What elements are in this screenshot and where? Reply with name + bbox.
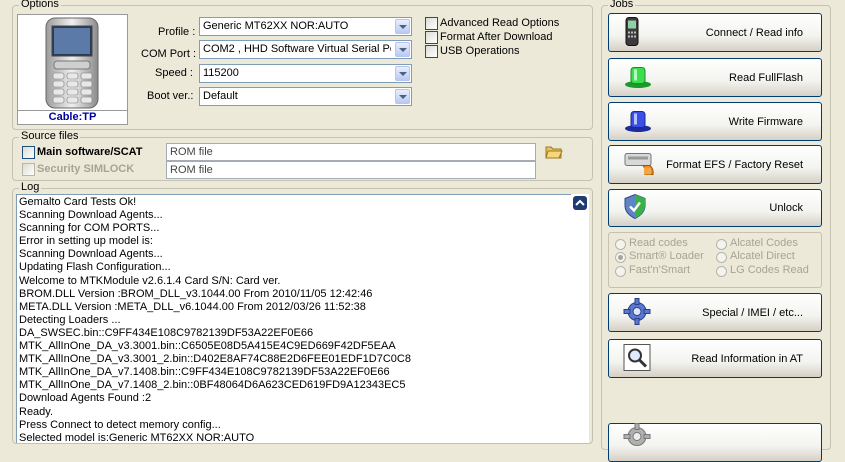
boot-label: Boot ver.: bbox=[147, 90, 194, 102]
main-software-checkbox[interactable] bbox=[22, 146, 35, 159]
lg-codes-radio[interactable] bbox=[716, 266, 727, 277]
log-lines: Gemalto Card Tests Ok! Scanning Download … bbox=[17, 195, 571, 443]
read-codes-radio[interactable] bbox=[615, 239, 626, 250]
profile-value: Generic MT62XX NOR:AUTO bbox=[203, 20, 349, 32]
chevron-down-icon[interactable] bbox=[395, 89, 410, 104]
mobile-phone-icon bbox=[623, 16, 641, 49]
special-imei-label: Special / IMEI / etc... bbox=[702, 306, 803, 319]
blue-light-icon bbox=[623, 108, 653, 135]
log-line: Welcome to MTKModule v2.6.1.4 Card S/N: … bbox=[19, 274, 281, 287]
log-line: BROM.DLL Version :BROM_DLL_v3.1044.00 Fr… bbox=[19, 287, 373, 300]
read-info-at-label: Read Information in AT bbox=[691, 352, 803, 365]
shield-check-icon bbox=[623, 193, 647, 223]
folder-open-icon[interactable] bbox=[545, 144, 563, 159]
log-line: MTK_AllInOne_DA_v7.1408.bin::C9FF434E108… bbox=[19, 366, 390, 379]
usb-operations-label[interactable]: USB Operations bbox=[440, 44, 519, 58]
log-line: Error in setting up model is: bbox=[19, 235, 153, 248]
scroll-up-icon[interactable] bbox=[573, 196, 587, 210]
speed-label: Speed : bbox=[155, 67, 193, 79]
security-simlock-file-field: ROM file bbox=[166, 161, 536, 179]
security-simlock-checkbox[interactable] bbox=[22, 163, 35, 176]
log-line: DA_SWSEC.bin::C9FF434E108C9782139DF53A22… bbox=[19, 326, 314, 339]
log-line: MTK_AllInOne_DA_v3.3001_2.bin::D402E8AF7… bbox=[19, 353, 411, 366]
com-port-label: COM Port : bbox=[141, 48, 197, 60]
advanced-read-checkbox[interactable] bbox=[425, 17, 438, 30]
fast-smart-label[interactable]: Fast'n'Smart bbox=[629, 264, 690, 276]
fast-smart-radio[interactable] bbox=[615, 266, 626, 277]
log-text-area[interactable]: Gemalto Card Tests Ok! Scanning Download … bbox=[16, 194, 571, 443]
com-port-value: COM2 , HHD Software Virtual Serial Port bbox=[203, 43, 391, 55]
log-title: Log bbox=[19, 181, 42, 194]
log-line: Ready. bbox=[19, 405, 54, 418]
jobs-title: Jobs bbox=[608, 0, 636, 11]
chevron-down-icon[interactable] bbox=[395, 42, 410, 57]
alcatel-codes-label[interactable]: Alcatel Codes bbox=[730, 237, 798, 249]
log-line: MTK_AllInOne_DA_v3.3001.bin::C6505E08D5A… bbox=[19, 340, 396, 353]
device-caption: Cable:TP bbox=[18, 110, 127, 123]
chevron-down-icon[interactable] bbox=[395, 66, 410, 81]
smart-loader-radio[interactable] bbox=[615, 252, 626, 263]
usb-operations-checkbox[interactable] bbox=[425, 45, 438, 58]
log-line: Gemalto Card Tests Ok! bbox=[19, 196, 137, 208]
device-image: Cable:TP bbox=[17, 14, 128, 125]
write-firmware-label: Write Firmware bbox=[728, 115, 803, 128]
security-simlock-label: Security SIMLOCK bbox=[37, 163, 135, 175]
boot-value: Default bbox=[203, 90, 238, 102]
phone-icon bbox=[45, 17, 99, 109]
source-files-title: Source files bbox=[19, 130, 81, 143]
log-line: Updating Flash Configuration... bbox=[19, 261, 171, 274]
log-line: Scanning for COM PORTS... bbox=[19, 222, 160, 235]
main-software-file-field[interactable]: ROM file bbox=[166, 143, 536, 161]
format-efs-label: Format EFS / Factory Reset bbox=[666, 158, 803, 171]
smart-loader-label[interactable]: Smart® Loader bbox=[629, 250, 704, 262]
format-drive-icon bbox=[623, 149, 655, 180]
read-info-at-button[interactable]: Read Information in AT bbox=[608, 339, 822, 378]
lg-codes-label[interactable]: LG Codes Read bbox=[730, 264, 809, 276]
read-fullflash-button[interactable]: Read FullFlash bbox=[608, 58, 822, 97]
profile-label: Profile : bbox=[158, 26, 196, 38]
special-imei-button[interactable]: Special / IMEI / etc... bbox=[608, 293, 822, 332]
log-line: Detecting Loaders ... bbox=[19, 313, 121, 326]
unlock-label: Unlock bbox=[769, 202, 803, 214]
connect-button[interactable]: Connect / Read info bbox=[608, 13, 822, 52]
unlock-options-panel: Read codes Smart® Loader Fast'n'Smart Al… bbox=[608, 232, 822, 288]
log-line: META.DLL Version :META_DLL_v6.1044.00 Fr… bbox=[19, 300, 366, 313]
connect-label: Connect / Read info bbox=[705, 26, 803, 39]
chevron-down-icon[interactable] bbox=[395, 19, 410, 34]
format-after-label[interactable]: Format After Download bbox=[440, 30, 553, 44]
alcatel-direct-label[interactable]: Alcatel Direct bbox=[730, 250, 795, 262]
read-fullflash-label: Read FullFlash bbox=[729, 71, 803, 84]
options-title: Options bbox=[19, 0, 61, 11]
profile-select[interactable]: Generic MT62XX NOR:AUTO bbox=[199, 17, 412, 36]
gear-icon bbox=[623, 423, 651, 454]
format-efs-button[interactable]: Format EFS / Factory Reset bbox=[608, 145, 822, 184]
advanced-read-label[interactable]: Advanced Read Options bbox=[440, 16, 559, 30]
read-codes-label[interactable]: Read codes bbox=[629, 237, 688, 249]
log-line: Download Agents Found :2 bbox=[19, 392, 152, 405]
magnifier-icon bbox=[623, 343, 651, 374]
log-line: Selected model is:Generic MT62XX NOR:AUT… bbox=[19, 431, 255, 443]
alcatel-codes-radio[interactable] bbox=[716, 239, 727, 250]
log-line: MTK_AllInOne_DA_v7.1408_2.bin::0BF48064D… bbox=[19, 379, 406, 392]
main-software-label[interactable]: Main software/SCAT bbox=[37, 145, 143, 159]
speed-value: 115200 bbox=[203, 67, 239, 79]
log-line: Scanning Download Agents... bbox=[19, 248, 163, 261]
log-line: Press Connect to detect memory config... bbox=[19, 418, 221, 431]
log-line: Scanning Download Agents... bbox=[19, 209, 163, 222]
alcatel-direct-radio[interactable] bbox=[716, 252, 727, 263]
green-light-icon bbox=[623, 64, 653, 91]
format-after-checkbox[interactable] bbox=[425, 31, 438, 44]
log-scrollbar[interactable] bbox=[571, 194, 589, 443]
write-firmware-button[interactable]: Write Firmware bbox=[608, 102, 822, 141]
speed-select[interactable]: 115200 bbox=[199, 64, 412, 83]
boot-select[interactable]: Default bbox=[199, 87, 412, 106]
gear-icon bbox=[623, 297, 651, 328]
unlock-button[interactable]: Unlock bbox=[608, 189, 822, 227]
com-port-select[interactable]: COM2 , HHD Software Virtual Serial Port bbox=[199, 40, 412, 59]
